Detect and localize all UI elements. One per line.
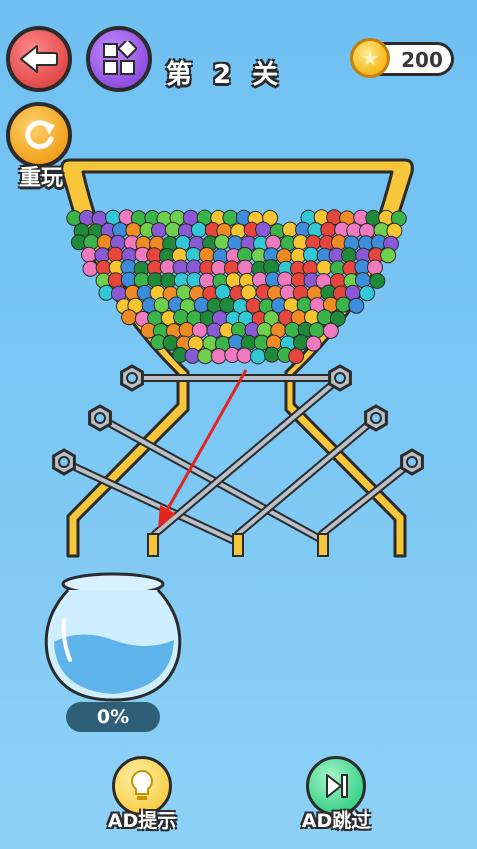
- ball: [303, 246, 319, 263]
- ball: [160, 272, 177, 289]
- replay-button[interactable]: [6, 102, 72, 168]
- ball: [320, 221, 337, 238]
- ball: [190, 221, 207, 238]
- ball: [288, 348, 305, 365]
- ball: [367, 259, 383, 276]
- ball: [240, 284, 257, 301]
- back-button[interactable]: [6, 26, 72, 92]
- ball: [322, 322, 339, 339]
- grid-icon: [103, 41, 137, 75]
- ball: [121, 309, 138, 326]
- ball: [250, 348, 266, 365]
- fill-percent: 0%: [66, 702, 160, 732]
- ball: [151, 222, 167, 239]
- level-title: 第 2 关: [165, 60, 285, 90]
- ball: [305, 335, 322, 352]
- ball-pile: [66, 209, 407, 365]
- ball: [197, 348, 214, 365]
- ball: [316, 259, 333, 276]
- hint-label: AD提示: [107, 810, 177, 832]
- ball: [82, 260, 99, 277]
- funnel-nub: [317, 533, 329, 557]
- ball: [236, 347, 253, 364]
- ball: [308, 322, 325, 339]
- ball: [255, 221, 272, 238]
- skip-forward-icon: [326, 774, 348, 798]
- funnel-nub: [147, 533, 159, 557]
- back-arrow-icon: [20, 45, 58, 73]
- ball: [210, 348, 227, 365]
- ball: [81, 246, 97, 263]
- ball: [214, 234, 230, 251]
- ball: [153, 297, 170, 314]
- replay-label: 重玩: [18, 166, 63, 191]
- ball: [277, 271, 294, 288]
- ball: [237, 259, 254, 276]
- ball: [191, 322, 208, 339]
- star-coin-icon: ★: [350, 38, 390, 78]
- ball: [348, 297, 365, 314]
- ball: [162, 334, 179, 351]
- ball: [219, 297, 236, 314]
- ball: [380, 247, 397, 264]
- ball: [359, 285, 376, 302]
- coin-value: 200: [401, 48, 443, 72]
- pin-layer: [52, 364, 424, 544]
- refresh-icon: [25, 120, 55, 150]
- funnel-nub: [232, 533, 244, 557]
- level-menu-button[interactable]: [86, 26, 152, 92]
- ball: [369, 272, 386, 289]
- skip-label: AD跳过: [301, 810, 371, 832]
- lightbulb-icon: [131, 769, 153, 800]
- hint-arrow: [158, 369, 248, 528]
- fish-bowl-jar: [44, 572, 182, 702]
- pull-pin[interactable]: [120, 364, 346, 392]
